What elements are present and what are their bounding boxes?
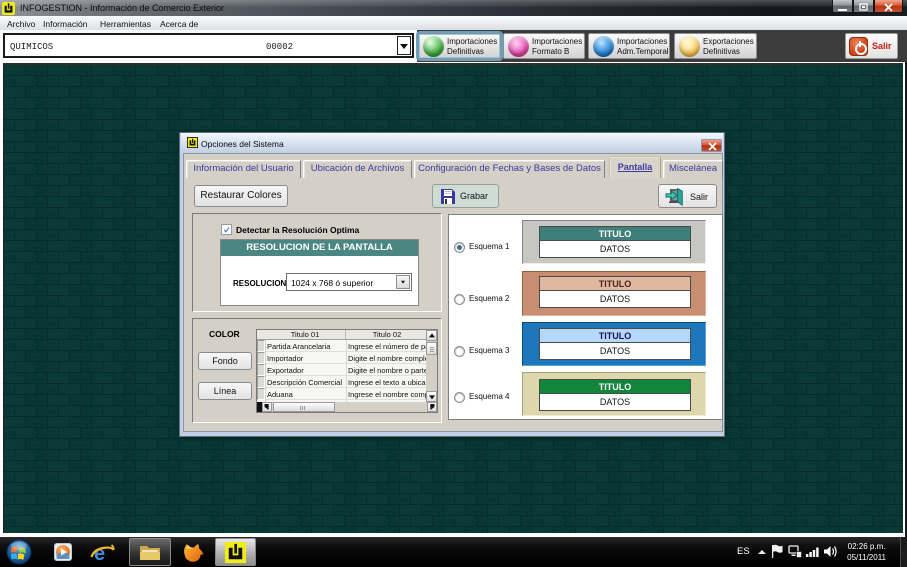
svg-text:e: e bbox=[94, 543, 105, 565]
